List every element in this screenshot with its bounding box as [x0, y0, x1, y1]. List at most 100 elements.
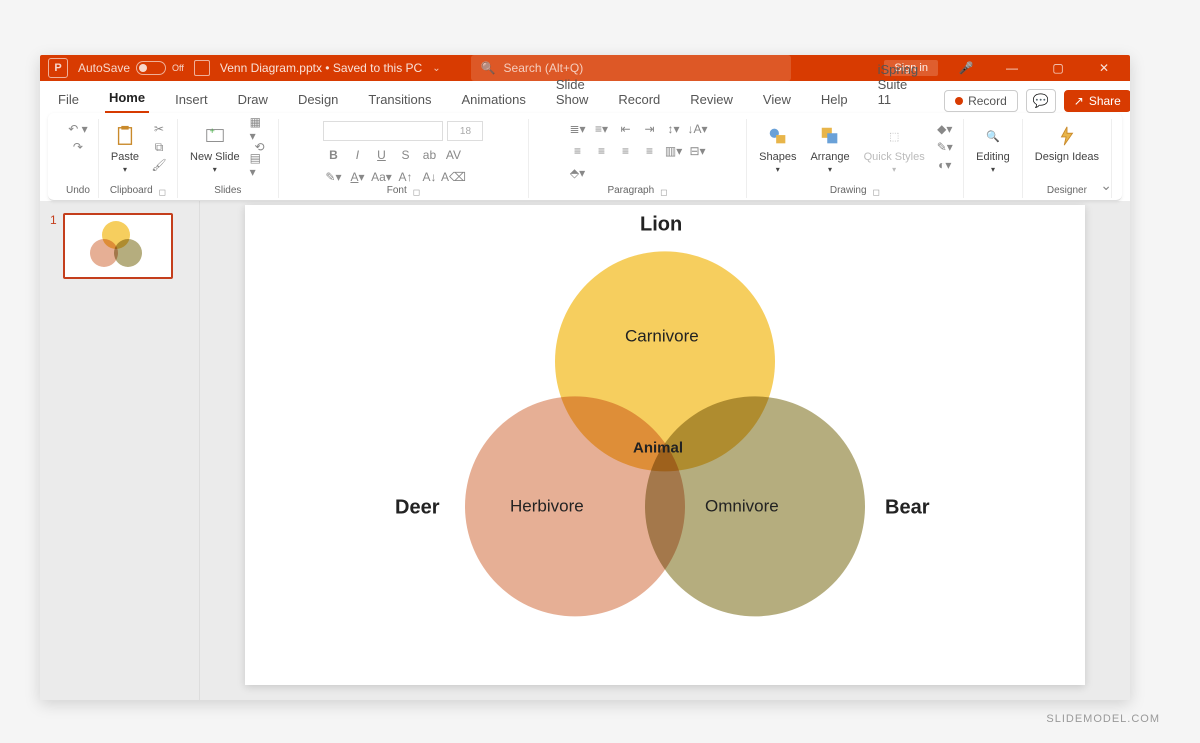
copy-button[interactable]: ⧉ [149, 139, 169, 155]
label-herbivore[interactable]: Herbivore [510, 496, 584, 516]
convert-smartart-button[interactable]: ⬘▾ [568, 165, 588, 181]
line-spacing-button[interactable]: ↕▾ [664, 121, 684, 137]
section-button[interactable]: ▤ ▾ [250, 157, 270, 173]
paste-button[interactable]: Paste ▾ [107, 121, 143, 176]
svg-text:+: + [209, 126, 214, 136]
group-designer: Design Ideas Designer [1023, 119, 1112, 198]
indent-dec-button[interactable]: ⇤ [616, 121, 636, 137]
justify-button[interactable]: ≡ [640, 143, 660, 159]
label-carnivore[interactable]: Carnivore [625, 326, 699, 346]
columns-button[interactable]: ▥▾ [664, 143, 684, 159]
undo-button[interactable]: ↶ ▾ [68, 121, 88, 137]
minimize-button[interactable]: — [994, 55, 1030, 81]
find-icon: 🔍 [980, 123, 1006, 149]
comments-button[interactable]: 💬 [1026, 89, 1056, 113]
shrink-font-button[interactable]: A↓ [419, 169, 439, 185]
label-omnivore[interactable]: Omnivore [705, 496, 779, 516]
search-input[interactable]: 🔍 Search (Alt+Q) [471, 55, 791, 81]
share-label: Share [1089, 94, 1121, 108]
tab-ispring[interactable]: iSpring Suite 11 [874, 56, 922, 113]
record-button[interactable]: Record [944, 90, 1018, 112]
group-label-font: Font [387, 185, 407, 198]
label-deer[interactable]: Deer [395, 496, 439, 519]
strike-button[interactable]: S [395, 147, 415, 163]
clipboard-launcher-icon[interactable]: ◻ [159, 187, 166, 198]
tab-help[interactable]: Help [817, 86, 852, 113]
search-icon: 🔍 [481, 61, 496, 75]
arrange-button[interactable]: Arrange▾ [806, 121, 853, 176]
quick-styles-button[interactable]: ⬚ Quick Styles▾ [860, 121, 929, 176]
tab-review[interactable]: Review [686, 86, 737, 113]
maximize-button[interactable]: ▢ [1040, 55, 1076, 81]
powerpoint-icon: P [48, 58, 68, 78]
new-slide-button[interactable]: + New Slide ▾ [186, 121, 244, 176]
shadow-button[interactable]: ab [419, 147, 439, 163]
quick-styles-label: Quick Styles [864, 151, 925, 163]
label-lion[interactable]: Lion [640, 213, 682, 236]
align-center-button[interactable]: ≡ [592, 143, 612, 159]
font-color-button[interactable]: A▾ [347, 169, 367, 185]
shape-fill-button[interactable]: ◆▾ [935, 121, 955, 137]
tab-animations[interactable]: Animations [458, 86, 530, 113]
shape-effects-button[interactable]: ◐▾ [935, 157, 955, 173]
close-button[interactable]: ✕ [1086, 55, 1122, 81]
tab-transitions[interactable]: Transitions [364, 86, 435, 113]
change-case-button[interactable]: Aa▾ [371, 169, 391, 185]
underline-button[interactable]: U [371, 147, 391, 163]
slide-canvas-area[interactable]: Lion Deer Bear Carnivore Herbivore Omniv… [200, 201, 1130, 700]
bold-button[interactable]: B [323, 147, 343, 163]
grow-font-button[interactable]: A↑ [395, 169, 415, 185]
design-ideas-label: Design Ideas [1035, 151, 1099, 163]
clear-format-button[interactable]: A⌫ [443, 169, 463, 185]
toggle-switch-icon[interactable] [136, 61, 166, 75]
layout-button[interactable]: ▦ ▾ [250, 121, 270, 137]
watermark: SLIDEMODEL.COM [1046, 713, 1160, 725]
slide-thumbnail-1[interactable] [63, 213, 173, 279]
collapse-ribbon-icon[interactable]: ⌄ [1100, 177, 1112, 194]
tab-record[interactable]: Record [614, 86, 664, 113]
tab-file[interactable]: File [54, 86, 83, 113]
align-text-button[interactable]: ⊟▾ [688, 143, 708, 159]
shapes-icon [765, 123, 791, 149]
char-spacing-button[interactable]: AV [443, 147, 463, 163]
document-title[interactable]: Venn Diagram.pptx • Saved to this PC [220, 61, 422, 75]
redo-button[interactable]: ↷ [68, 139, 88, 155]
italic-button[interactable]: I [347, 147, 367, 163]
ribbon-tabs: File Home Insert Draw Design Transitions… [40, 81, 1130, 113]
format-painter-button[interactable]: 🖌 [149, 157, 169, 173]
cut-button[interactable]: ✂ [149, 121, 169, 137]
text-direction-button[interactable]: ↓A▾ [688, 121, 708, 137]
align-right-button[interactable]: ≡ [616, 143, 636, 159]
thumb-circle-3 [114, 239, 142, 267]
align-left-button[interactable]: ≡ [568, 143, 588, 159]
share-button[interactable]: ↗ Share [1064, 90, 1130, 112]
tab-draw[interactable]: Draw [234, 86, 272, 113]
tab-slideshow[interactable]: Slide Show [552, 71, 593, 113]
slide-1[interactable]: Lion Deer Bear Carnivore Herbivore Omniv… [245, 205, 1085, 685]
font-family-select[interactable] [323, 121, 443, 141]
editing-button[interactable]: 🔍 Editing▾ [972, 121, 1014, 176]
autosave-toggle[interactable]: AutoSave Off [78, 61, 184, 75]
label-animal[interactable]: Animal [633, 439, 683, 456]
tab-insert[interactable]: Insert [171, 86, 212, 113]
numbering-button[interactable]: ≡▾ [592, 121, 612, 137]
bullets-button[interactable]: ≣▾ [568, 121, 588, 137]
tab-home[interactable]: Home [105, 84, 149, 113]
font-launcher-icon[interactable]: ◻ [413, 187, 420, 198]
label-bear[interactable]: Bear [885, 496, 929, 519]
paragraph-launcher-icon[interactable]: ◻ [660, 187, 667, 198]
tab-design[interactable]: Design [294, 86, 342, 113]
shapes-button[interactable]: Shapes▾ [755, 121, 800, 176]
arrange-icon [817, 123, 843, 149]
shapes-label: Shapes [759, 151, 796, 163]
indent-inc-button[interactable]: ⇥ [640, 121, 660, 137]
mic-icon[interactable]: 🎤 [948, 55, 984, 81]
save-icon[interactable] [194, 60, 210, 76]
drawing-launcher-icon[interactable]: ◻ [873, 187, 880, 198]
shape-outline-button[interactable]: ✎▾ [935, 139, 955, 155]
tab-view[interactable]: View [759, 86, 795, 113]
chevron-down-icon[interactable]: ⌄ [432, 63, 440, 74]
design-ideas-button[interactable]: Design Ideas [1031, 121, 1103, 165]
font-size-select[interactable]: 18 [447, 121, 483, 141]
highlight-button[interactable]: ✎▾ [323, 169, 343, 185]
